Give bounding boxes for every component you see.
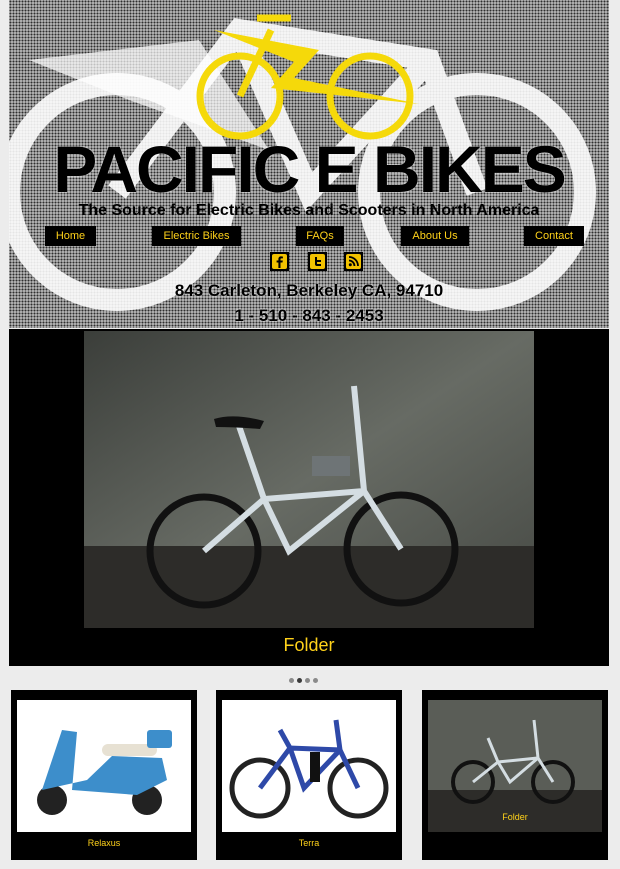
- twitter-icon[interactable]: [308, 252, 327, 271]
- product-card-relaxus[interactable]: Relaxus: [11, 690, 197, 860]
- slider-dots: [289, 678, 318, 683]
- product-card-folder[interactable]: Folder: [422, 690, 608, 860]
- nav-about-us[interactable]: About Us: [401, 226, 469, 246]
- product-image-terra: [222, 700, 396, 832]
- product-label: Terra: [298, 838, 320, 848]
- site-tagline: The Source for Electric Bikes and Scoote…: [78, 202, 540, 219]
- site-header: PACIFIC E BIKES The Source for Electric …: [9, 0, 609, 328]
- store-address: 843 Carleton, Berkeley CA, 94710: [174, 281, 444, 300]
- product-card-terra[interactable]: Terra: [216, 690, 402, 860]
- hero-slider[interactable]: Folder: [9, 329, 609, 666]
- slider-dot-active[interactable]: [297, 678, 302, 683]
- product-label: Folder: [502, 812, 528, 822]
- nav-contact[interactable]: Contact: [524, 226, 584, 246]
- rss-icon[interactable]: [344, 252, 363, 271]
- store-phone: 1 - 510 - 843 - 2453: [234, 306, 384, 325]
- hero-caption: Folder: [283, 635, 335, 655]
- slider-dot[interactable]: [289, 678, 294, 683]
- nav-electric-bikes[interactable]: Electric Bikes: [152, 226, 241, 246]
- product-label: Relaxus: [87, 838, 121, 848]
- nav-home[interactable]: Home: [45, 226, 96, 246]
- slider-dot[interactable]: [313, 678, 318, 683]
- slider-dot[interactable]: [305, 678, 310, 683]
- main-nav: Home Electric Bikes FAQs About Us Contac…: [9, 226, 609, 246]
- site-title: PACIFIC E BIKES: [53, 132, 567, 206]
- facebook-icon[interactable]: [270, 252, 289, 271]
- product-image-relaxus: [17, 700, 191, 832]
- nav-faqs[interactable]: FAQs: [296, 226, 344, 246]
- hero-image: [84, 331, 534, 628]
